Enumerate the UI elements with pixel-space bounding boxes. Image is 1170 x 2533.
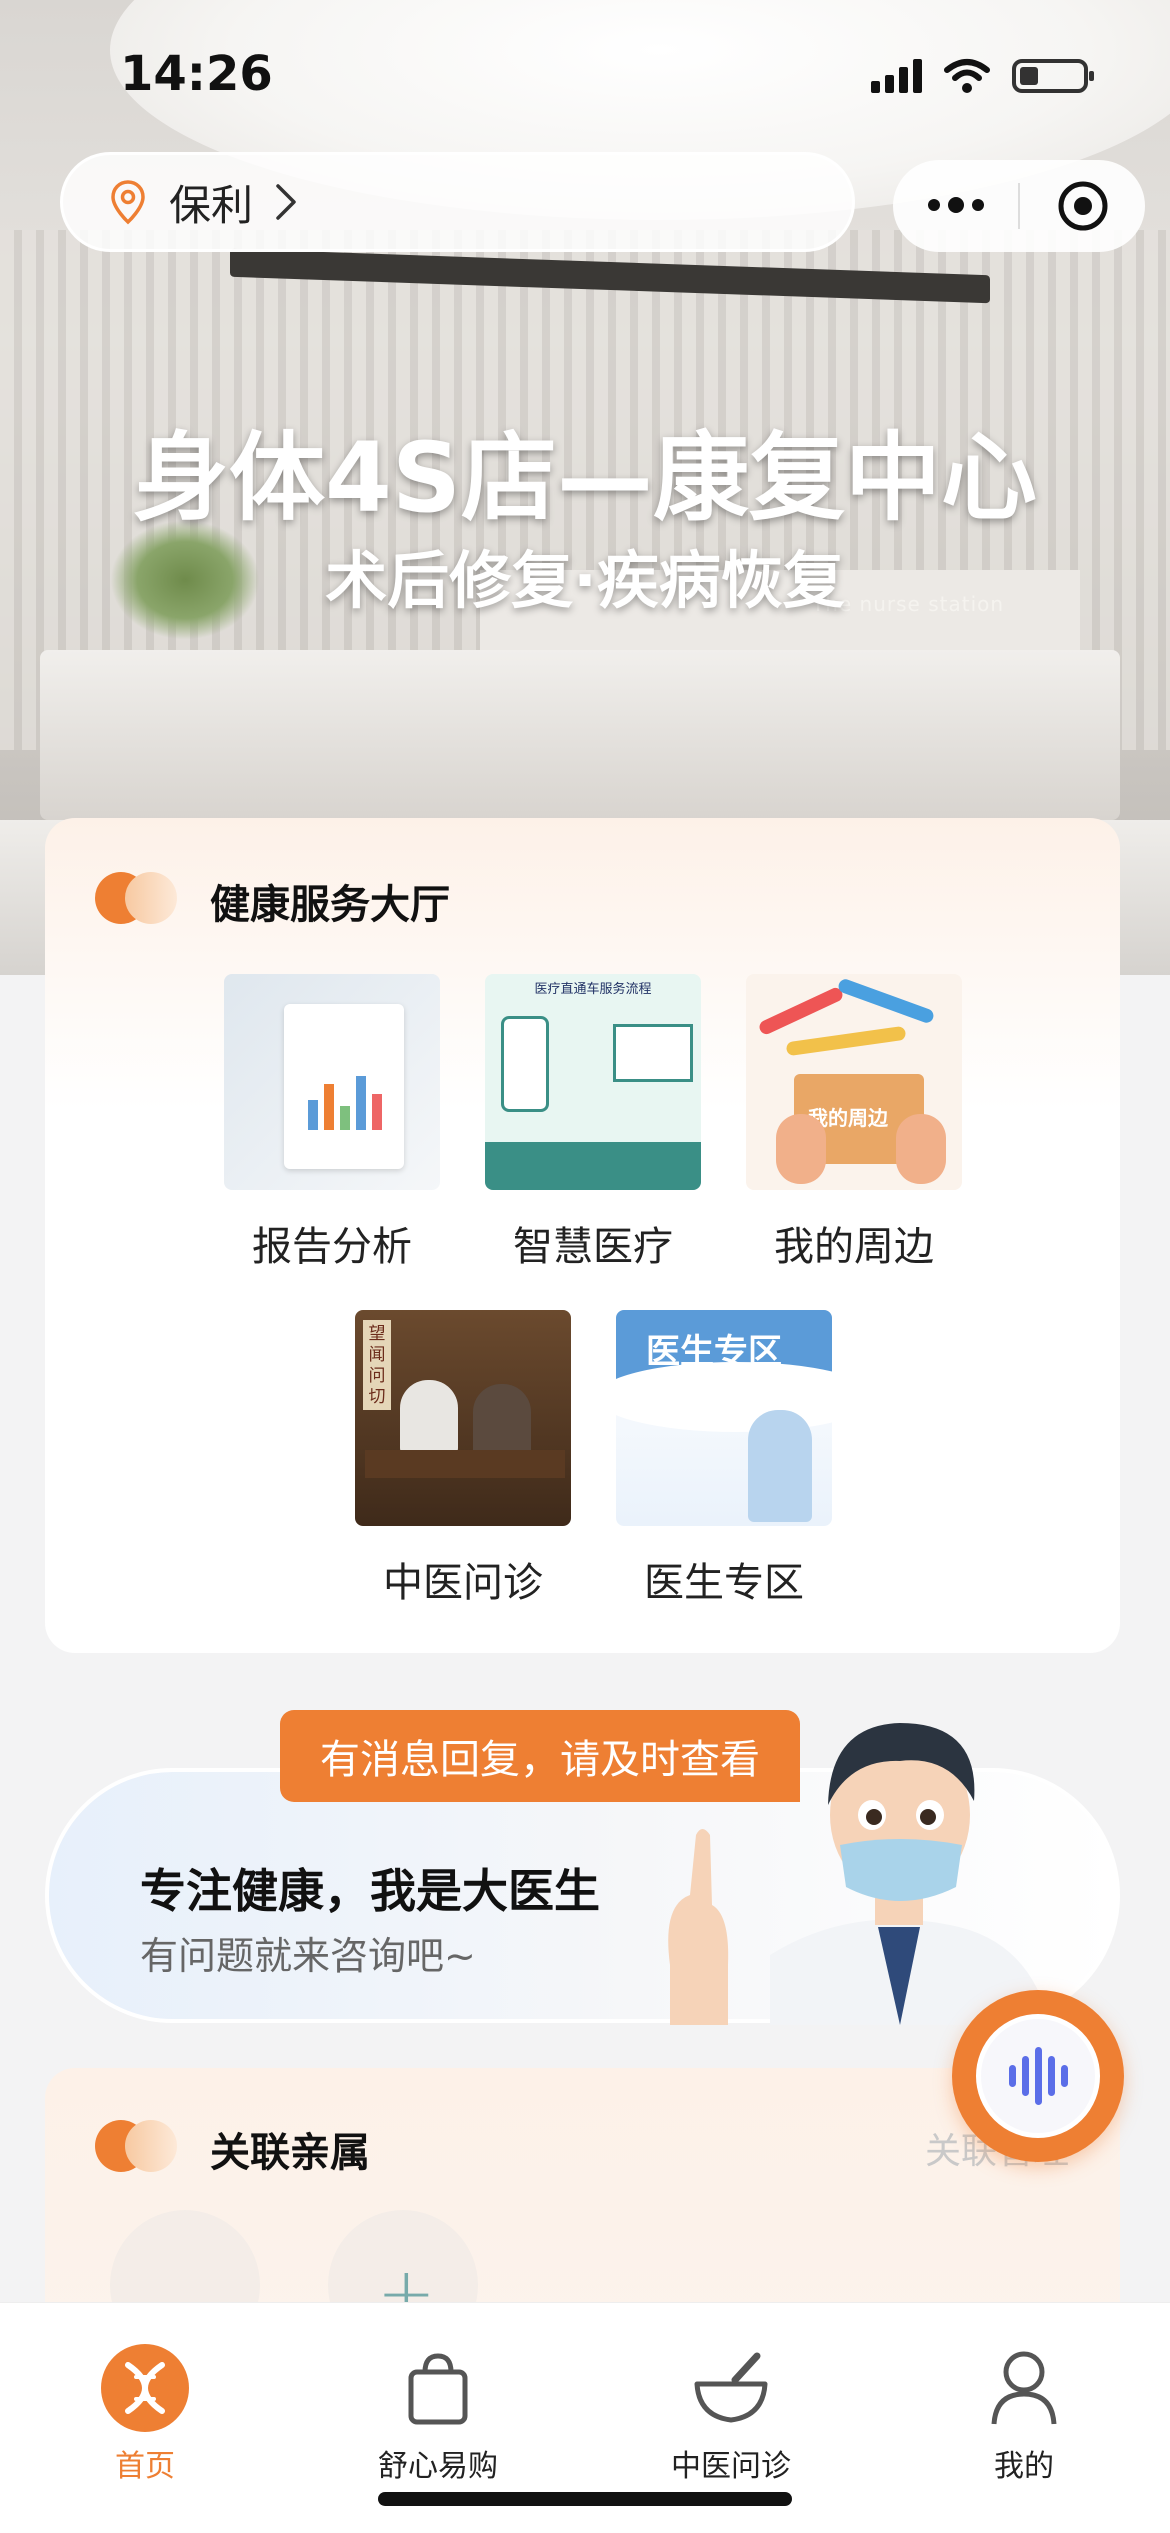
doctor-banner-subtitle: 有问题就来咨询吧~ (140, 1934, 476, 1978)
section-marker-icon (95, 872, 177, 924)
doctor-zone-thumb: 医生专区 ✚ (616, 1310, 832, 1526)
wifi-icon (944, 59, 990, 93)
hero-subline: 术后修复·疾病恢复 (325, 544, 845, 617)
tab-label: 舒心易购 (378, 2449, 498, 2484)
mortar-pestle-icon (686, 2343, 776, 2433)
tab-tcm[interactable]: 中医问诊 (631, 2343, 831, 2485)
status-time: 14:26 (120, 46, 273, 102)
plus-icon: ✚ (638, 1372, 675, 1423)
doctor-avatar (668, 1723, 1050, 2025)
tab-shopping[interactable]: 舒心易购 (338, 2343, 538, 2485)
service-label: 报告分析 (252, 1224, 412, 1270)
smart-medical-thumb-title: 医疗直通车服务流程 (534, 982, 652, 997)
service-label: 医生专区 (644, 1560, 804, 1606)
close-target-icon[interactable] (1020, 180, 1145, 232)
tcm-scroll-text: 望闻问切 (368, 1324, 386, 1407)
hero-headline: 身体4S店—康复中心 (133, 422, 1037, 534)
user-icon (979, 2343, 1069, 2433)
service-hall-title: 健康服务大厅 (210, 882, 450, 928)
service-my-surroundings[interactable]: 我的周边 我的周边 (724, 974, 984, 1272)
tab-label: 我的 (994, 2449, 1054, 2484)
shopping-bag-icon (393, 2343, 483, 2433)
cellular-signal-icon (871, 59, 922, 93)
doctor-zone-thumb-title: 医生专区 (646, 1332, 782, 1372)
tab-home[interactable]: 首页 (45, 2343, 245, 2485)
service-doctor-zone[interactable]: 医生专区 ✚ 医生专区 (594, 1310, 854, 1608)
tcm-consult-thumb: 望闻问切 (355, 1310, 571, 1526)
location-name: 保利 (169, 180, 254, 230)
dna-icon (100, 2343, 190, 2433)
section-marker-icon (95, 2120, 177, 2172)
miniprogram-capsule (893, 160, 1145, 252)
location-selector[interactable]: 保利 (60, 152, 855, 252)
battery-icon (1012, 59, 1094, 93)
more-icon[interactable] (893, 197, 1018, 213)
tab-mine[interactable]: 我的 (924, 2343, 1124, 2485)
service-label: 中医问诊 (383, 1560, 543, 1606)
doctor-banner-title: 专注健康，我是大医生 (140, 1864, 600, 1918)
chevron-right-icon (276, 184, 296, 220)
service-tcm-consult[interactable]: 望闻问切 中医问诊 (333, 1310, 593, 1608)
home-indicator[interactable] (378, 2492, 792, 2506)
hero-reception-desk (40, 650, 1120, 820)
relatives-title: 关联亲属 (210, 2130, 370, 2176)
service-label: 我的周边 (774, 1224, 934, 1270)
location-pin-icon (111, 180, 145, 225)
report-analysis-thumb (224, 974, 440, 1190)
my-surroundings-thumb: 我的周边 (746, 974, 962, 1190)
voice-assistant-button[interactable] (952, 1990, 1124, 2162)
smart-medical-thumb: 医疗直通车服务流程 (485, 974, 701, 1190)
sound-wave-icon (976, 2014, 1100, 2138)
tab-label: 中医问诊 (671, 2449, 791, 2484)
status-icons (871, 56, 1094, 96)
service-label: 智慧医疗 (513, 1224, 673, 1270)
tab-label: 首页 (115, 2449, 175, 2484)
service-report-analysis[interactable]: 报告分析 (202, 974, 462, 1272)
service-smart-medical[interactable]: 医疗直通车服务流程 智慧医疗 (463, 974, 723, 1272)
